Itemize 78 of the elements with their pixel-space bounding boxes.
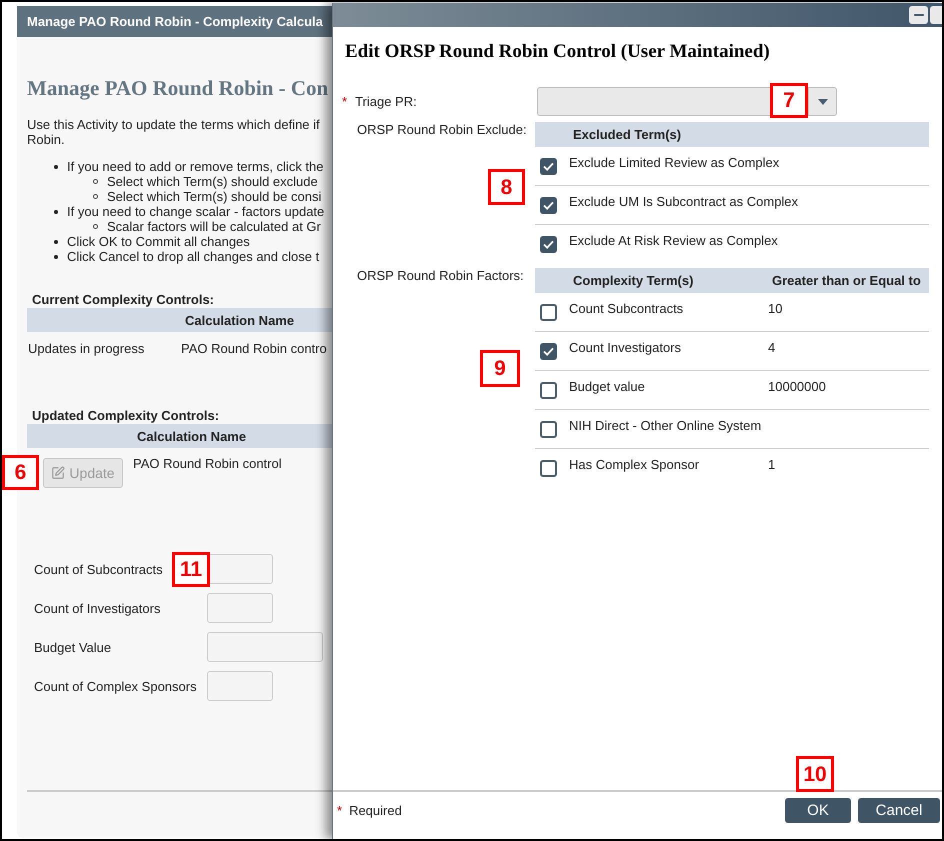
- column-header: Calculation Name: [185, 312, 294, 328]
- intro-text: Robin.: [27, 132, 65, 147]
- circle-bullet-icon: [93, 179, 98, 184]
- input-field[interactable]: [207, 632, 323, 662]
- instruction-text: Click Cancel to drop all changes and close t: [67, 249, 320, 264]
- input-field[interactable]: [207, 593, 273, 623]
- circle-bullet-icon: [93, 224, 98, 229]
- checkbox[interactable]: [540, 460, 557, 477]
- instruction-text: If you need to change scalar - factors update: [67, 204, 324, 219]
- edit-icon: [51, 466, 66, 480]
- cancel-button[interactable]: Cancel: [858, 798, 940, 823]
- table-cell: Exclude Limited Review as Complex: [569, 155, 780, 170]
- table-cell: Exclude UM Is Subcontract as Complex: [569, 194, 798, 209]
- column-header: Excluded Term(s): [572, 127, 682, 142]
- minimize-button[interactable]: [909, 6, 928, 24]
- callout-number: 8: [488, 169, 525, 205]
- checkmark-icon: [543, 162, 554, 171]
- callout-number: 11: [172, 552, 210, 587]
- instruction-text: Select which Term(s) should be consi: [107, 189, 322, 204]
- intro-text: Use this Activity to update the terms which define if: [27, 117, 320, 132]
- field-label: Count of Investigators: [34, 600, 160, 616]
- table-cell: NIH Direct - Other Online System: [569, 418, 762, 433]
- caret-icon: [818, 98, 828, 104]
- bullet-icon: [54, 164, 58, 168]
- checkbox[interactable]: [540, 382, 557, 399]
- required-note: Required: [349, 803, 402, 818]
- instruction-text: Scalar factors will be calculated at Gr: [107, 219, 321, 234]
- callout-number: 9: [480, 350, 520, 387]
- column-header: Greater than or Equal to: [772, 273, 921, 288]
- field-label: Count of Complex Sponsors: [34, 678, 197, 694]
- table-cell: PAO Round Robin contro: [181, 341, 327, 356]
- checkmark-icon: [543, 240, 554, 249]
- checkbox[interactable]: [540, 304, 557, 321]
- page-heading: Manage PAO Round Robin - Con: [27, 76, 328, 100]
- table-cell: Exclude At Risk Review as Complex: [569, 233, 778, 248]
- checkmark-icon: [543, 201, 554, 210]
- input-field[interactable]: [207, 671, 273, 701]
- checkbox[interactable]: [540, 236, 557, 253]
- table-cell: Updates in progress: [28, 341, 144, 356]
- field-label: Triage PR:: [355, 94, 417, 109]
- section-title: Updated Complexity Controls:: [32, 408, 220, 423]
- callout-number: 6: [2, 455, 39, 490]
- column-header: Calculation Name: [137, 428, 246, 444]
- dialog-title: Edit ORSP Round Robin Control (User Maintained): [345, 41, 770, 63]
- required-mark: *: [342, 94, 348, 109]
- field-label: ORSP Round Robin Factors:: [357, 268, 524, 283]
- callout-number: 10: [796, 756, 834, 792]
- circle-bullet-icon: [93, 194, 98, 199]
- column-header: Complexity Term(s): [573, 273, 694, 288]
- callout-number: 7: [770, 83, 808, 118]
- table-cell: 4: [768, 340, 776, 355]
- input-field[interactable]: [207, 554, 273, 584]
- checkbox[interactable]: [540, 197, 557, 214]
- table-cell: Has Complex Sponsor: [569, 457, 700, 472]
- bullet-icon: [54, 210, 58, 214]
- ok-button[interactable]: OK: [785, 798, 851, 823]
- table-cell: 10000000: [768, 379, 826, 394]
- section-title: Current Complexity Controls:: [32, 292, 214, 307]
- table-cell: PAO Round Robin control: [133, 456, 282, 471]
- checkbox[interactable]: [540, 158, 557, 175]
- instruction-text: Select which Term(s) should exclude: [107, 174, 318, 189]
- table-cell: 10: [768, 301, 782, 316]
- table-cell: Count Subcontracts: [569, 301, 684, 316]
- checkmark-icon: [543, 347, 554, 356]
- table-cell: Budget value: [569, 379, 645, 394]
- checkbox[interactable]: [540, 421, 557, 438]
- field-label: Budget Value: [34, 640, 112, 654]
- table-cell: Count Investigators: [569, 340, 682, 355]
- checkbox[interactable]: [540, 343, 557, 360]
- field-label: Count of Subcontracts: [34, 562, 163, 576]
- field-label: ORSP Round Robin Exclude:: [357, 122, 527, 137]
- bullet-icon: [54, 254, 58, 258]
- required-mark: *: [337, 803, 342, 818]
- instruction-text: Click OK to Commit all changes: [67, 234, 250, 249]
- instruction-text: If you need to add or remove terms, click the: [67, 159, 324, 174]
- table-cell: 1: [768, 457, 776, 472]
- window-title: Manage PAO Round Robin - Complexity Calcula: [27, 14, 323, 29]
- bullet-icon: [54, 240, 58, 244]
